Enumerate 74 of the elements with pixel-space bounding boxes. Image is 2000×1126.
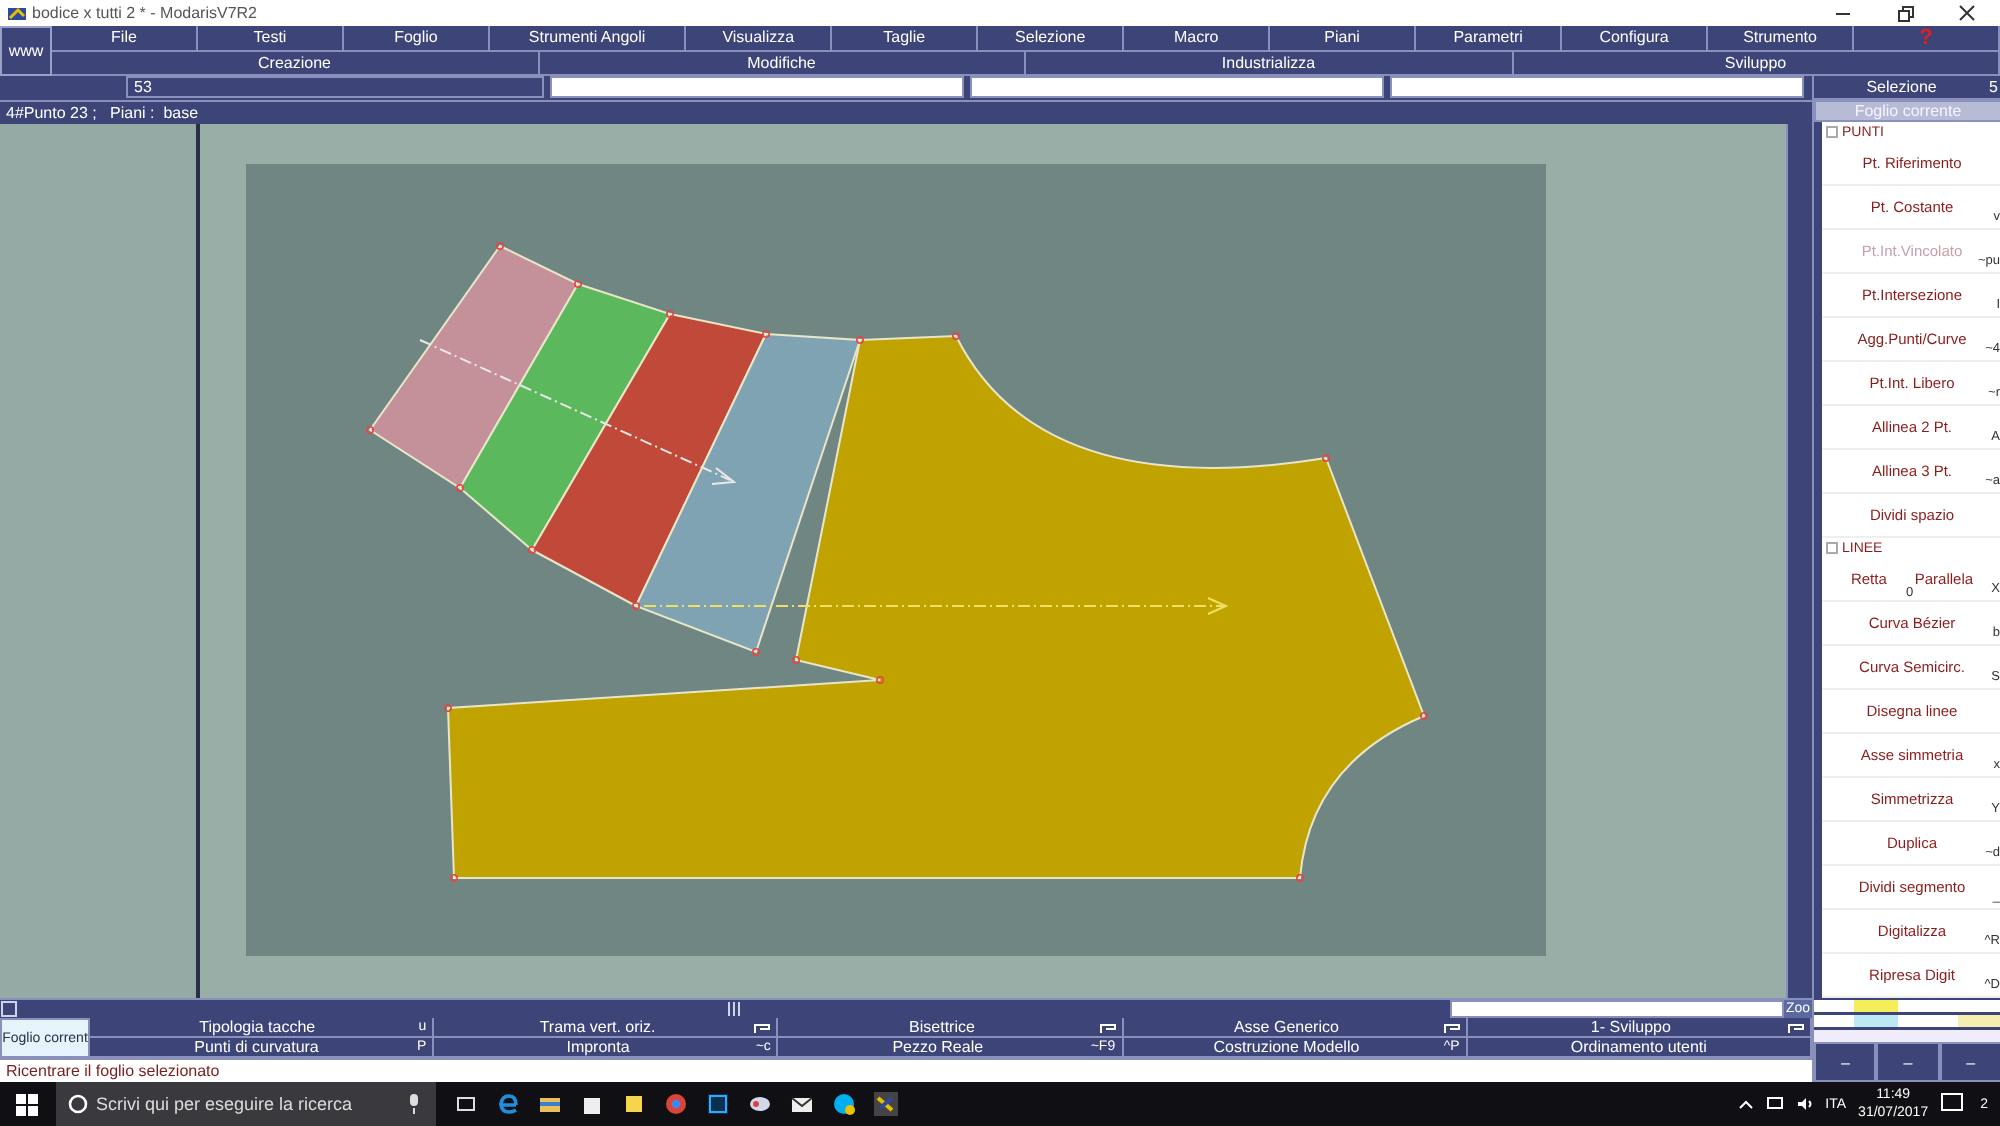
microphone-icon[interactable]	[408, 1094, 420, 1114]
button-label: Impronta	[564, 1038, 632, 1056]
menu-item[interactable]: Selezione	[978, 26, 1125, 51]
menu-item[interactable]: Visualizza	[686, 26, 833, 51]
flag-icon	[1099, 1021, 1116, 1033]
button-label: 1- Sviluppo	[1588, 1018, 1673, 1036]
menu-item[interactable]: Strumenti Angoli	[489, 26, 687, 51]
menu-tab[interactable]: Creazione	[52, 51, 539, 76]
windows-start-icon[interactable]	[16, 1093, 38, 1115]
button-label: Ordinamento utenti	[1568, 1038, 1709, 1056]
flag-icon	[1443, 1021, 1460, 1033]
panel-title: Selezione	[1864, 76, 1939, 98]
menu-tab[interactable]: Sviluppo	[1513, 51, 2000, 76]
search-icon	[68, 1094, 88, 1114]
menu-item[interactable]: Macro	[1124, 26, 1271, 51]
note-icon[interactable]	[622, 1092, 646, 1116]
small-button[interactable]: –	[1876, 1042, 1940, 1082]
input-field[interactable]	[1390, 76, 1804, 98]
pattern-piece[interactable]	[634, 332, 862, 654]
scrollbar-grip-icon[interactable]	[725, 1002, 742, 1016]
task-view-icon[interactable]	[454, 1092, 478, 1116]
button-label: Bisettrice	[907, 1018, 977, 1036]
status-bar-text: Ricentrare il foglio selezionato	[0, 1058, 1812, 1084]
button-label: Punti di curvatura	[192, 1038, 321, 1056]
menu-item[interactable]: Testi	[197, 26, 344, 51]
menu-item[interactable]: Foglio	[343, 26, 490, 51]
button-label: Costruzione Modello	[1211, 1038, 1362, 1056]
input-field[interactable]	[970, 76, 1384, 98]
search-field[interactable]: Scrivi qui per eseguire la ricerca	[56, 1082, 436, 1126]
menu-tab[interactable]: Modifiche	[539, 51, 1026, 76]
count-label: 5	[1989, 76, 2000, 98]
menu-item[interactable]: Taglie	[832, 26, 979, 51]
menu-item[interactable]: Strumento	[1708, 26, 1855, 51]
toolbar-button[interactable]: Ordinamento utenti	[1467, 1038, 1813, 1058]
window-title: bodice x tutti 2 * - ModarisV7R2	[32, 4, 259, 22]
checkbox[interactable]	[1826, 542, 1838, 554]
toolbar-button[interactable]: Bisettrice	[778, 1018, 1124, 1038]
menu-item[interactable]: File	[52, 26, 198, 51]
menu-tab[interactable]: Industrializza	[1026, 51, 1513, 76]
button-label: Asse Generico	[1231, 1018, 1341, 1036]
toolbar-button[interactable]: Asse Generico	[1123, 1018, 1468, 1038]
pattern-piece[interactable]	[530, 312, 768, 608]
corner-icon[interactable]	[0, 1000, 18, 1018]
network-icon[interactable]	[1765, 1096, 1784, 1112]
pattern-piece[interactable]	[368, 244, 580, 490]
toolbar-button[interactable]: 1- Sviluppo	[1467, 1018, 1813, 1038]
menu-item[interactable]: Piani	[1270, 26, 1417, 51]
menu-item[interactable]: Configura	[1562, 26, 1709, 51]
button-label: Tipologia tacche	[197, 1018, 318, 1036]
menu-item[interactable]: Parametri	[1416, 26, 1563, 51]
button-label: Trama vert. oriz.	[537, 1018, 658, 1036]
flag-icon	[754, 1021, 771, 1033]
vertical-scrollbar[interactable]	[1786, 124, 1812, 998]
button-label: Pezzo Reale	[890, 1038, 986, 1056]
flag-icon	[1788, 1021, 1805, 1033]
app-logo-icon	[8, 5, 26, 21]
toolbar-button[interactable]: Trama vert. oriz.	[434, 1018, 779, 1038]
color-palette-drawing[interactable]	[1814, 1000, 2000, 1042]
speaker-icon[interactable]	[1795, 1096, 1814, 1112]
restore-icon[interactable]	[1896, 4, 1914, 22]
folder-icon[interactable]	[538, 1092, 562, 1116]
chevron-up-icon[interactable]	[1737, 1098, 1754, 1110]
small-button[interactable]: –	[1939, 1042, 2000, 1082]
small-button[interactable]: –	[1814, 1042, 1877, 1082]
menu-button[interactable]: www	[0, 26, 52, 76]
notification-icon[interactable]	[1940, 1092, 1969, 1116]
browser-icon[interactable]	[496, 1092, 520, 1116]
checkbox[interactable]	[1826, 126, 1838, 138]
zoom-field[interactable]	[1449, 1000, 1784, 1018]
mail-icon[interactable]	[790, 1092, 814, 1116]
input-field[interactable]	[550, 76, 964, 98]
point-input-field[interactable]: 53	[126, 76, 544, 98]
close-icon[interactable]	[1958, 4, 1976, 22]
pattern-piece[interactable]	[458, 282, 672, 552]
